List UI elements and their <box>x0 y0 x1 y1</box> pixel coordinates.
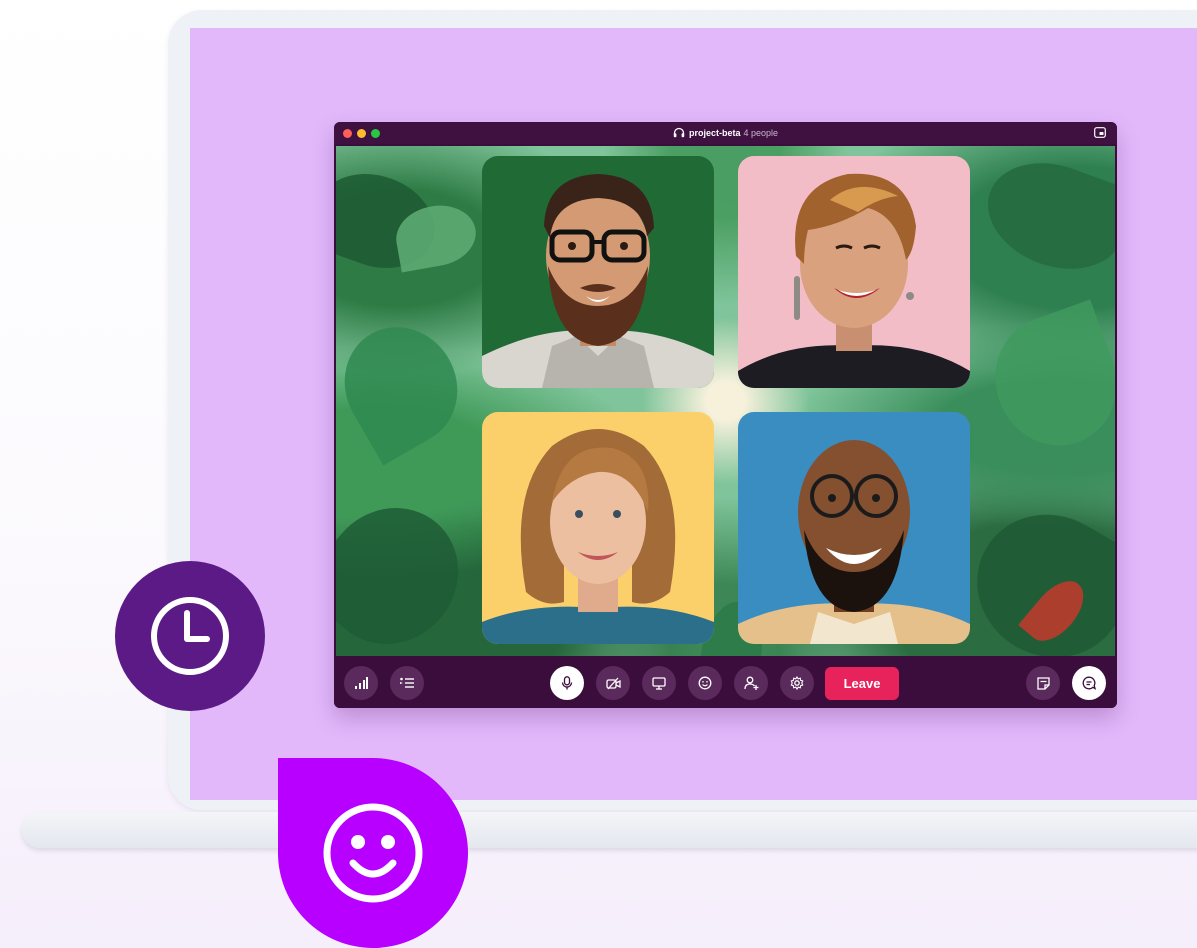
call-controls-bar: Leave <box>334 656 1117 708</box>
laptop-base <box>22 812 1197 848</box>
settings-button[interactable] <box>780 666 814 700</box>
foliage <box>977 299 1115 463</box>
smiley-icon <box>323 803 423 903</box>
foliage <box>336 306 479 466</box>
screen-share-button[interactable] <box>642 666 676 700</box>
room-name: project-beta <box>688 128 741 138</box>
foliage <box>973 146 1115 287</box>
microphone-button[interactable] <box>550 666 584 700</box>
chat-button[interactable] <box>1072 666 1106 700</box>
video-tile-participant-2[interactable] <box>738 156 970 388</box>
screen-share-icon <box>652 676 666 690</box>
headphones-icon <box>673 127 685 138</box>
agenda-button[interactable] <box>390 666 424 700</box>
title-bar: project-beta 4 people <box>334 122 1117 144</box>
add-person-icon <box>743 676 758 690</box>
clock-icon <box>151 597 229 675</box>
participant-2-photo <box>738 173 970 388</box>
video-stage <box>336 146 1115 656</box>
notes-icon <box>1036 676 1050 690</box>
signal-icon <box>355 677 368 689</box>
camera-off-icon <box>605 677 621 689</box>
reactions-button[interactable] <box>688 666 722 700</box>
video-tile-participant-1[interactable] <box>482 156 714 388</box>
window-title: project-beta 4 people <box>334 126 1117 140</box>
participant-1-photo <box>482 174 714 388</box>
connection-quality-button[interactable] <box>344 666 378 700</box>
video-tile-participant-4[interactable] <box>738 412 970 644</box>
emoji-icon <box>698 676 712 690</box>
foliage <box>336 480 486 656</box>
mic-icon <box>561 676 573 690</box>
notes-button[interactable] <box>1026 666 1060 700</box>
participant-4-photo <box>738 440 970 644</box>
invite-people-button[interactable] <box>734 666 768 700</box>
settings-icon <box>790 676 804 690</box>
smiley-badge <box>278 758 468 948</box>
picture-in-picture-icon[interactable] <box>1094 127 1106 138</box>
leave-call-button[interactable]: Leave <box>825 667 899 700</box>
chat-icon <box>1082 676 1096 690</box>
camera-toggle-button[interactable] <box>596 666 630 700</box>
agenda-icon <box>400 677 414 688</box>
clock-badge <box>115 561 265 711</box>
video-tile-participant-3[interactable] <box>482 412 714 644</box>
call-window: project-beta 4 people Leave <box>334 122 1117 708</box>
participant-3-photo <box>482 429 714 644</box>
participant-count: 4 people <box>743 128 779 138</box>
